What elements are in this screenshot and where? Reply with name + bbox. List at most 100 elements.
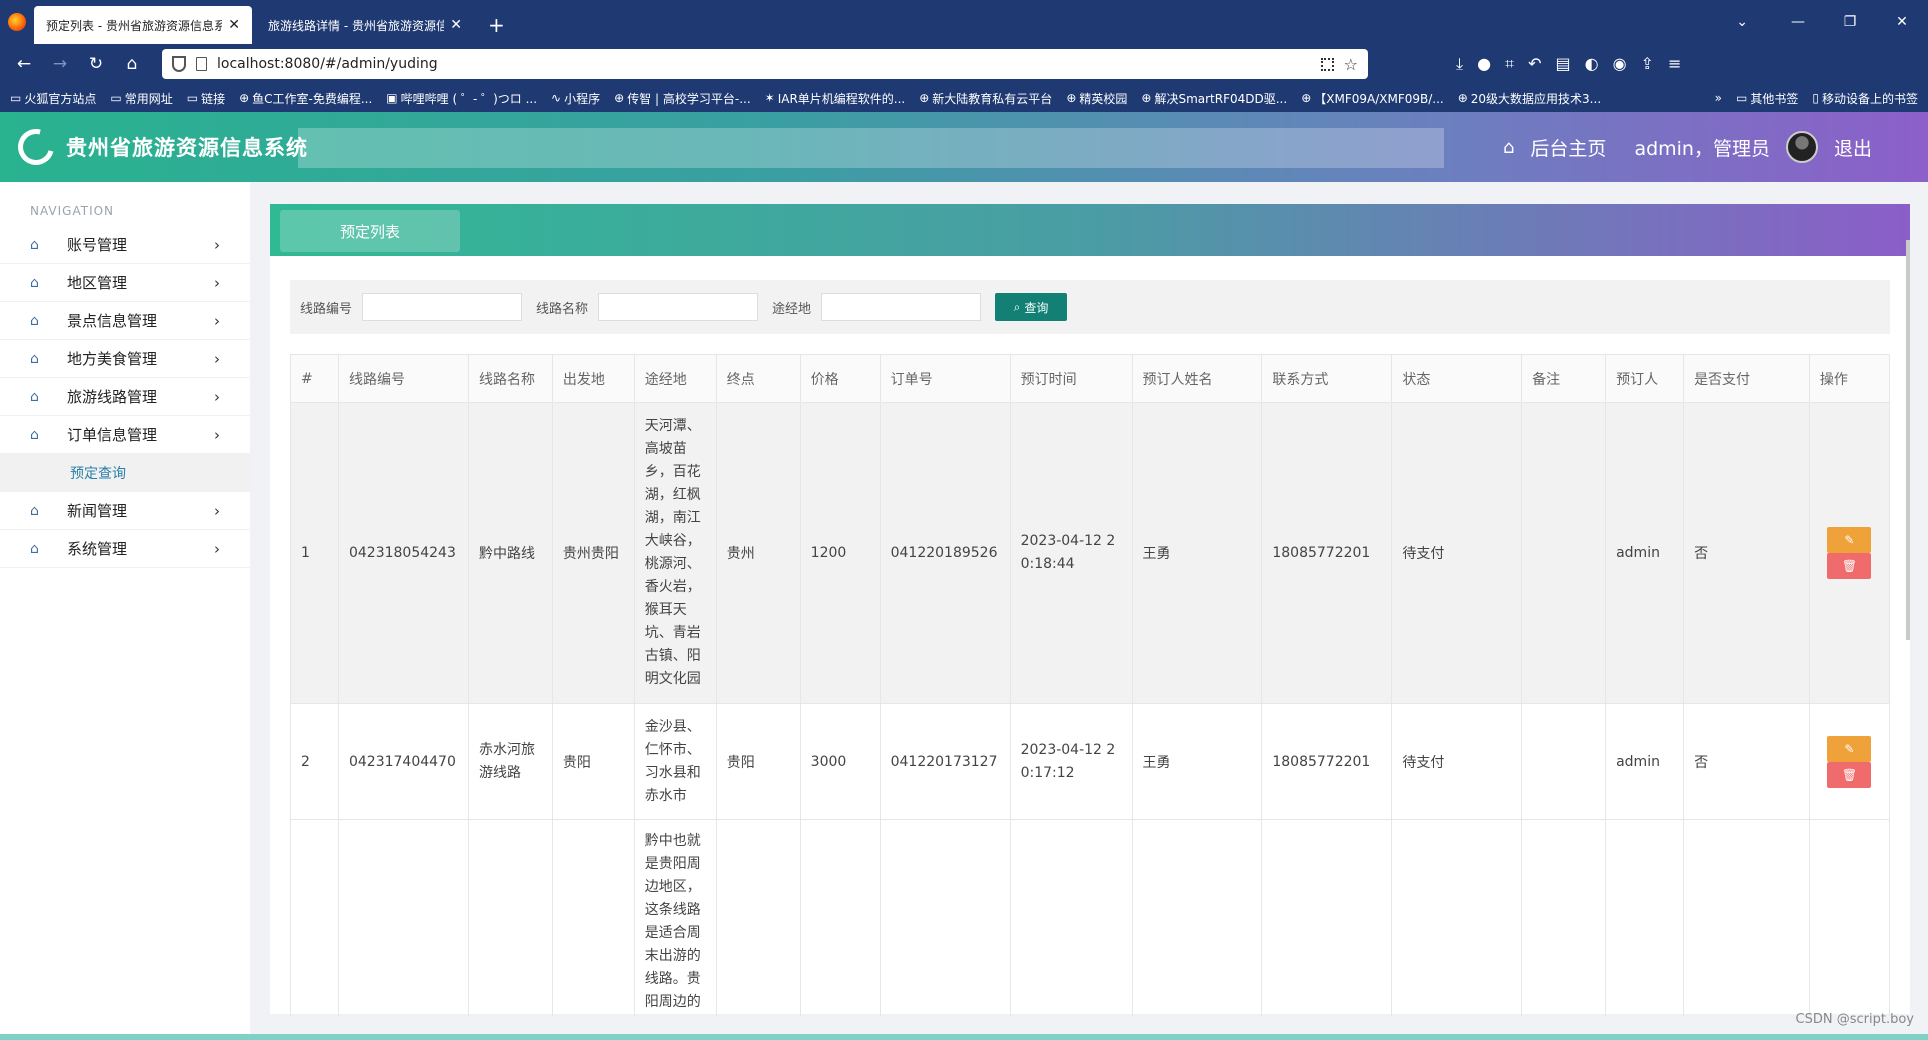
sidebar-item-attractions[interactable]: ⌂ 景点信息管理 › xyxy=(0,302,250,340)
search-icon: ⌕ xyxy=(1013,299,1021,314)
new-tab-icon[interactable]: + xyxy=(478,6,515,44)
bookmark-item[interactable]: ⊕ 【XMF09A/XMF09B/... xyxy=(1301,90,1444,107)
forward-icon[interactable]: → xyxy=(42,54,78,74)
cell-via: 天河潭、 高坡苗 乡，百花 湖，红枫 湖，南江 大峡谷， 桃源河、 香火岩， 猴… xyxy=(633,402,717,704)
share-icon[interactable]: ⇪ xyxy=(1641,54,1654,74)
bookmark-item[interactable]: ✶ IAR单片机编程软件的... xyxy=(765,90,906,107)
logout-link[interactable]: 退出 xyxy=(1834,134,1872,161)
house-icon: ⌂ xyxy=(30,540,39,557)
sidebar-item-accounts[interactable]: ⌂ 账号管理 › xyxy=(0,226,250,264)
col-header: 是否支付 xyxy=(1683,354,1810,403)
house-icon: ⌂ xyxy=(30,502,39,519)
mini-program-icon: ∿ xyxy=(551,91,562,105)
close-tab-icon[interactable]: ✕ xyxy=(450,17,462,33)
sidebar-item-system[interactable]: ⌂ 系统管理 › xyxy=(0,530,250,568)
route-name-input[interactable] xyxy=(598,293,759,321)
cell-route-name: 赤水河旅 游线路 xyxy=(467,703,553,820)
sidebar-item-news[interactable]: ⌂ 新闻管理 › xyxy=(0,492,250,530)
bookmark-item[interactable]: ⊕ 鱼C工作室-免费编程... xyxy=(239,90,372,107)
bookmark-item[interactable]: ⊕ 解决SmartRF04DD驱... xyxy=(1141,90,1287,107)
footer-strip xyxy=(0,1034,1928,1040)
avatar[interactable] xyxy=(1785,131,1818,163)
via-input[interactable] xyxy=(821,293,982,321)
extension-icon[interactable]: ◐ xyxy=(1585,54,1599,74)
col-header: 联系方式 xyxy=(1261,354,1393,403)
home-link[interactable]: 后台主页 xyxy=(1530,134,1606,161)
bookmark-item[interactable]: ⊕ 传智 | 高校学习平台-... xyxy=(614,90,751,107)
sidebar-item-food[interactable]: ⌂ 地方美食管理 › xyxy=(0,340,250,378)
cell-price: 3000 xyxy=(799,703,881,820)
bookmark-item[interactable]: ▭ 链接 xyxy=(187,90,225,107)
cell-end xyxy=(715,819,801,1016)
undo-icon[interactable]: ↶ xyxy=(1528,54,1541,74)
firefox-menu-icon[interactable] xyxy=(0,0,34,44)
sidebar-subitem-reservation-query[interactable]: 预定查询 xyxy=(0,454,250,492)
bookmark-item[interactable]: ⊕ 精英校园 xyxy=(1066,90,1127,107)
house-icon: ⌂ xyxy=(30,388,39,405)
extension-icon[interactable]: ◉ xyxy=(1613,54,1627,74)
bookmark-folder[interactable]: ▯ 移动设备上的书签 xyxy=(1812,90,1918,107)
bookmark-item[interactable]: ▭ 火狐官方站点 xyxy=(10,90,96,107)
menu-icon[interactable]: ≡ xyxy=(1668,54,1681,74)
scrollbar[interactable] xyxy=(1906,240,1910,640)
cell-route-name: 黔中路线 xyxy=(467,402,553,704)
bookmark-item[interactable]: ⊕ 20级大数据应用技术3... xyxy=(1458,90,1601,107)
edit-button[interactable]: ✎ xyxy=(1827,527,1872,553)
tracking-shield-icon[interactable] xyxy=(172,56,186,72)
bookmark-item[interactable]: ∿ 小程序 xyxy=(551,90,600,107)
cell-price xyxy=(799,819,881,1016)
close-window-icon[interactable]: ✕ xyxy=(1876,14,1928,30)
cell-start xyxy=(551,819,635,1016)
cell-route-no: 042317404470 xyxy=(337,703,469,820)
minimize-icon[interactable]: — xyxy=(1772,14,1824,30)
back-icon[interactable]: ← xyxy=(6,54,42,74)
bookmark-star-icon[interactable]: ☆ xyxy=(1344,55,1358,74)
app-header: 贵州省旅游资源信息系统 ⌂ 后台主页 admin，管理员 退出 xyxy=(0,112,1928,182)
bookmark-item[interactable]: ⊕ 新大陆教育私有云平台 xyxy=(919,90,1052,107)
browser-tab[interactable]: 旅游线路详情 - 贵州省旅游资源信息系统 ✕ xyxy=(256,6,474,44)
close-tab-icon[interactable]: ✕ xyxy=(228,17,240,33)
search-button[interactable]: ⌕ 查询 xyxy=(995,293,1068,321)
address-bar[interactable]: localhost:8080/#/admin/yuding ☆ xyxy=(162,49,1368,79)
bookmark-item[interactable]: ▣ 哔哩哔哩 ( ゜- ゜)つロ ... xyxy=(386,90,537,107)
url-text[interactable]: localhost:8080/#/admin/yuding xyxy=(217,56,1321,72)
reload-icon[interactable]: ↻ xyxy=(78,54,114,74)
qr-code-icon[interactable] xyxy=(1320,57,1334,71)
extension-icon[interactable]: ● xyxy=(1477,54,1491,74)
tab-list-chevron-icon[interactable]: ⌄ xyxy=(1736,0,1748,44)
restore-icon[interactable]: ❐ xyxy=(1824,14,1876,30)
header-decoration xyxy=(298,128,1444,168)
col-header: 线路编号 xyxy=(337,354,469,403)
cell-order-no: 041220173127 xyxy=(879,703,1011,820)
download-icon[interactable]: ⤓ xyxy=(1456,54,1463,74)
bookmark-folder[interactable]: ▭ 其他书签 xyxy=(1736,90,1798,107)
cell-index xyxy=(290,819,339,1016)
col-header: 状态 xyxy=(1391,354,1523,403)
browser-tab-active[interactable]: 预定列表 - 贵州省旅游资源信息系统 ✕ xyxy=(34,6,252,44)
delete-button[interactable]: 🗑 xyxy=(1827,761,1872,788)
nav-heading: NAVIGATION xyxy=(30,204,115,218)
folder-icon: ▭ xyxy=(1736,91,1748,105)
sidebar-item-orders[interactable]: ⌂ 订单信息管理 › xyxy=(0,416,250,454)
cell-paid xyxy=(1683,819,1810,1016)
col-header: 线路名称 xyxy=(467,354,553,403)
crop-icon[interactable]: ⌗ xyxy=(1505,54,1514,74)
edit-button[interactable]: ✎ xyxy=(1827,735,1872,762)
table-row[interactable]: 黔中也就 是贵阳周 边地区， 这条线路 是适合周 末出游的 线路。贵 阳周边的 xyxy=(290,819,1891,1016)
home-browser-icon[interactable]: ⌂ xyxy=(114,54,150,74)
route-no-input[interactable] xyxy=(362,293,523,321)
tab-reservation-list[interactable]: 预定列表 xyxy=(280,210,460,252)
page-info-icon[interactable] xyxy=(196,57,207,71)
bookmark-item[interactable]: ▭ 常用网址 xyxy=(110,90,172,107)
cell-order-no: 041220189526 xyxy=(879,402,1011,704)
table-row[interactable]: 1 042318054243 黔中路线 贵州贵阳 天河潭、 高坡苗 乡，百花 湖… xyxy=(290,402,1891,704)
cell-route-no xyxy=(337,819,469,1016)
more-bookmarks-icon[interactable]: » xyxy=(1715,91,1722,105)
sidebar-item-routes[interactable]: ⌂ 旅游线路管理 › xyxy=(0,378,250,416)
watermark: CSDN @script.boy xyxy=(1795,1012,1914,1027)
sidebar-item-regions[interactable]: ⌂ 地区管理 › xyxy=(0,264,250,302)
table-row[interactable]: 2 042317404470 赤水河旅 游线路 贵阳 金沙县、 仁怀市、 习水县… xyxy=(290,703,1891,820)
delete-button[interactable]: 🗑 xyxy=(1827,553,1872,579)
reader-icon[interactable]: ▤ xyxy=(1555,54,1570,74)
home-icon[interactable]: ⌂ xyxy=(1503,137,1514,158)
